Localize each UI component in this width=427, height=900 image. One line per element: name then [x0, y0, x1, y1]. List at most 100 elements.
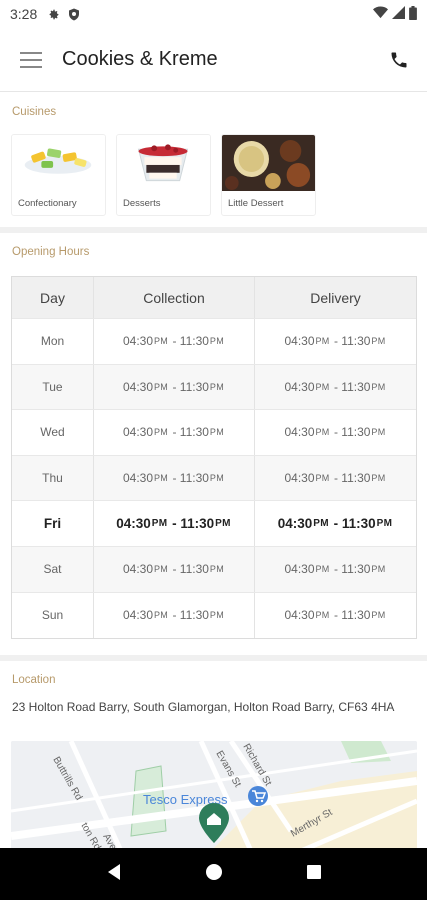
status-bar: 3:28 [0, 0, 427, 28]
time-separator: - [330, 471, 342, 486]
delivery-cell: 04:30 PM - 11:30 PM [255, 456, 416, 501]
time-from: 04:30 [284, 334, 315, 349]
cuisines-section: Cuisines Confectionary Desserts Little D… [0, 93, 427, 227]
system-nav-bar [0, 848, 427, 900]
location-label: Location [12, 674, 56, 686]
cuisine-card-desserts[interactable]: Desserts [116, 134, 211, 216]
time-from: 04:30 [122, 608, 153, 623]
collection-cell: 04:30 PM - 11:30 PM [94, 455, 255, 501]
time-to: 11:30 [341, 425, 371, 440]
meridiem: PM [315, 610, 330, 621]
meridiem: PM [209, 336, 225, 347]
table-row: Tue 04:30 PM - 11:30 PM 04:30 PM - 11:30 PM [12, 364, 416, 411]
meridiem: PM [371, 564, 386, 575]
app-bar: Cookies & Kreme [0, 28, 427, 92]
menu-button[interactable] [0, 28, 62, 92]
meridiem: PM [154, 564, 169, 575]
table-row: Sat 04:30 PM - 11:30 PM 04:30 PM - 11:30 PM [12, 546, 416, 593]
collection-cell: 04:30 PM - 11:30 PM [94, 410, 255, 455]
meridiem: PM [154, 427, 169, 438]
time-from: 04:30 [122, 379, 153, 394]
status-time: 3:28 [10, 6, 38, 22]
time-to: 11:30 [341, 334, 371, 349]
back-icon [108, 863, 121, 880]
time-from: 04:30 [284, 562, 315, 577]
page-title: Cookies & Kreme [62, 48, 218, 70]
day-cell: Mon [12, 319, 94, 364]
time-separator: - [169, 608, 180, 623]
time-separator: - [330, 562, 342, 577]
time-from: 04:30 [122, 471, 153, 486]
meridiem: PM [209, 427, 225, 438]
meridiem: PM [371, 610, 386, 621]
table-row: Sun 04:30 PM - 11:30 PM 04:30 PM - 11:30 PM [12, 592, 416, 639]
call-button[interactable] [371, 28, 427, 92]
table-row: Fri 04:30 PM - 11:30 PM 04:30 PM - 11:30 PM [12, 501, 416, 547]
day-cell: Fri [12, 501, 94, 546]
section-divider [0, 227, 427, 233]
time-to: 11:30 [341, 471, 371, 486]
wifi-icon [373, 6, 388, 22]
settings-icon [47, 8, 60, 21]
time-separator: - [168, 516, 181, 532]
time-from: 04:30 [122, 562, 153, 577]
time-to: 11:30 [341, 516, 376, 532]
meridiem: PM [315, 427, 330, 438]
section-divider [0, 655, 427, 661]
time-separator: - [330, 334, 342, 349]
header-collection: Collection [94, 277, 255, 318]
time-from: 04:30 [116, 516, 151, 532]
time-separator: - [169, 562, 180, 577]
location-map[interactable]: Buttrills Rd Richard St Evans St Merthyr… [11, 741, 417, 851]
hamburger-icon [20, 51, 42, 68]
meridiem: PM [315, 473, 330, 484]
cuisines-label: Cuisines [12, 106, 57, 118]
meridiem: PM [209, 564, 225, 575]
time-from: 04:30 [284, 471, 315, 486]
recents-button[interactable] [306, 864, 322, 885]
meridiem: PM [315, 336, 330, 347]
address-text: 23 Holton Road Barry, South Glamorgan, H… [12, 700, 395, 714]
meridiem: PM [371, 473, 386, 484]
time-from: 04:30 [284, 379, 315, 394]
confectionary-image [12, 135, 105, 191]
home-button[interactable] [205, 863, 223, 886]
cuisine-card-little-dessert[interactable]: Little Dessert [221, 134, 316, 216]
hours-table: Day Collection Delivery Mon 04:30 PM - 11:… [11, 276, 417, 640]
table-row: Mon 04:30 PM - 11:30 PM 04:30 PM - 11:30 PM [12, 319, 416, 365]
meridiem: PM [154, 473, 169, 484]
meridiem: PM [376, 518, 393, 530]
recents-icon [306, 864, 321, 879]
time-to: 11:30 [179, 608, 209, 623]
time-to: 11:30 [179, 562, 209, 577]
meridiem: PM [209, 381, 225, 392]
little-dessert-image [222, 135, 315, 191]
day-cell: Sat [12, 546, 94, 592]
delivery-cell: 04:30 PM - 11:30 PM [255, 319, 416, 364]
meridiem: PM [371, 336, 386, 347]
time-from: 04:30 [277, 516, 313, 532]
shopping-cart-icon [248, 786, 268, 806]
time-to: 11:30 [341, 608, 371, 623]
meridiem: PM [315, 381, 330, 392]
day-cell: Thu [12, 455, 94, 501]
meridiem: PM [313, 518, 329, 530]
time-separator: - [169, 425, 180, 440]
meridiem: PM [154, 336, 169, 347]
home-icon [206, 863, 223, 880]
time-from: 04:30 [284, 425, 315, 440]
day-cell: Sun [12, 592, 94, 639]
cuisine-label: Desserts [123, 198, 161, 209]
header-delivery: Delivery [310, 289, 361, 306]
collection-cell: 04:30 PM - 11:30 PM [94, 546, 255, 592]
cuisine-card-confectionary[interactable]: Confectionary [11, 134, 106, 216]
time-from: 04:30 [284, 608, 315, 623]
desserts-image [117, 135, 210, 191]
time-to: 11:30 [341, 379, 371, 394]
delivery-cell: 04:30 PM - 11:30 PM [255, 593, 416, 639]
time-separator: - [169, 334, 180, 349]
location-section: Location 23 Holton Road Barry, South Gla… [0, 662, 427, 852]
back-button[interactable] [105, 863, 123, 886]
collection-cell: 04:30 PM - 11:30 PM [94, 592, 255, 639]
table-row: Thu 04:30 PM - 11:30 PM 04:30 PM - 11:30 PM [12, 455, 416, 502]
